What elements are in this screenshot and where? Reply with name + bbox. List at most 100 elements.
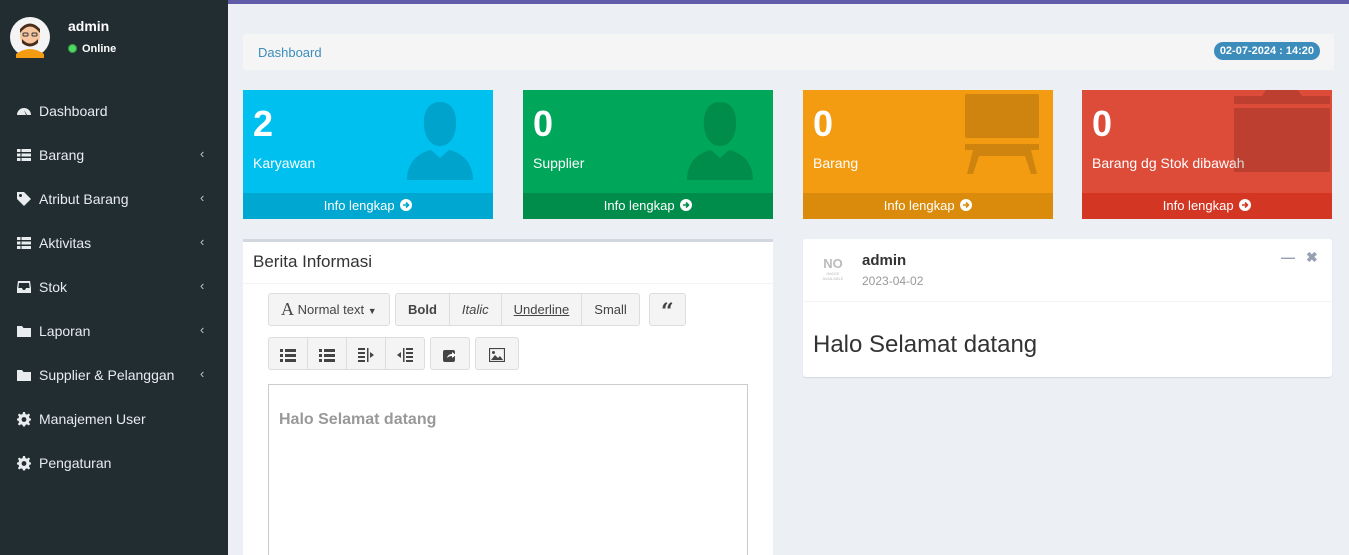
sidebar-item-label: Aktivitas bbox=[39, 235, 92, 251]
info-link-label: Info lengkap bbox=[883, 198, 955, 213]
rich-text-editor[interactable]: Halo Selamat datang bbox=[268, 384, 748, 555]
stat-box-supplier: 0 Supplier Info lengkap bbox=[523, 90, 773, 219]
desk-icon bbox=[965, 94, 1039, 174]
chevron-left-icon: ‹ bbox=[200, 146, 205, 161]
bold-button[interactable]: Bold bbox=[396, 294, 450, 325]
archive-icon bbox=[1234, 90, 1330, 172]
close-icon[interactable]: ✖ bbox=[1306, 249, 1318, 266]
quote-icon[interactable]: “ bbox=[650, 294, 685, 325]
stat-box-karyawan: 2 Karyawan Info lengkap bbox=[243, 90, 493, 219]
user-icon bbox=[407, 102, 473, 180]
stat-box-stok-dibawah: 0 Barang dg Stok dibawah Info lengkap bbox=[1082, 90, 1332, 219]
no-image-text: NO bbox=[823, 256, 843, 271]
chevron-left-icon: ‹ bbox=[200, 190, 205, 205]
sidebar-item-label: Dashboard bbox=[39, 103, 108, 119]
sidebar-item-supplier-pelanggan[interactable]: Supplier & Pelanggan ‹ bbox=[0, 353, 228, 397]
avatar bbox=[10, 17, 50, 58]
user-status-label: Online bbox=[82, 43, 117, 55]
ordered-list-icon[interactable] bbox=[308, 338, 347, 369]
online-status-icon bbox=[68, 44, 77, 53]
info-link-label: Info lengkap bbox=[1162, 198, 1234, 213]
sidebar-item-pengaturan[interactable]: Pengaturan bbox=[0, 441, 228, 485]
dashboard-icon bbox=[17, 108, 31, 115]
stat-value: 0 bbox=[1092, 103, 1113, 144]
gear-icon bbox=[17, 456, 31, 471]
post-body: Halo Selamat datang bbox=[813, 331, 1038, 358]
sidebar-item-stok[interactable]: Stok ‹ bbox=[0, 265, 228, 309]
user-status: Online bbox=[68, 43, 116, 55]
sidebar-item-atribut-barang[interactable]: Atribut Barang ‹ bbox=[0, 177, 228, 221]
minimize-icon[interactable]: — bbox=[1281, 249, 1295, 265]
sidebar-item-barang[interactable]: Barang ‹ bbox=[0, 133, 228, 177]
info-lengkap-link[interactable]: Info lengkap bbox=[1082, 193, 1332, 219]
sidebar-item-label: Atribut Barang bbox=[39, 191, 129, 207]
tag-icon bbox=[17, 192, 31, 206]
stat-label: Supplier bbox=[533, 155, 585, 171]
divider bbox=[243, 283, 773, 284]
stat-box-barang: 0 Barang Info lengkap bbox=[803, 90, 1053, 219]
font-icon: A bbox=[281, 299, 294, 319]
folder-icon bbox=[17, 370, 31, 381]
table-icon bbox=[17, 237, 31, 249]
sidebar-item-aktivitas[interactable]: Aktivitas ‹ bbox=[0, 221, 228, 265]
small-button[interactable]: Small bbox=[582, 294, 639, 325]
caret-down-icon: ▼ bbox=[367, 306, 377, 316]
no-image-subtext: IMAGE AVAILABLE bbox=[822, 271, 844, 281]
stat-label: Barang dg Stok dibawah bbox=[1092, 155, 1245, 171]
sidebar-item-label: Barang bbox=[39, 147, 85, 163]
outdent-icon[interactable] bbox=[347, 338, 386, 369]
sidebar-item-label: Supplier & Pelanggan bbox=[39, 367, 175, 383]
sidebar-item-label: Pengaturan bbox=[39, 455, 112, 471]
post-author: admin bbox=[862, 252, 907, 269]
share-icon[interactable] bbox=[431, 338, 469, 369]
stat-value: 0 bbox=[813, 103, 834, 144]
indent-icon[interactable] bbox=[386, 338, 424, 369]
underline-button[interactable]: Underline bbox=[502, 294, 583, 325]
arrow-circle-right-icon bbox=[680, 199, 693, 211]
sidebar-item-manajemen-user[interactable]: Manajemen User bbox=[0, 397, 228, 441]
info-link-label: Info lengkap bbox=[323, 198, 395, 213]
breadcrumb: Dashboard 02-07-2024 : 14:20 bbox=[243, 34, 1334, 70]
no-image-avatar: NO IMAGE AVAILABLE bbox=[821, 256, 845, 282]
chevron-left-icon: ‹ bbox=[200, 278, 205, 293]
arrow-circle-right-icon bbox=[400, 199, 413, 211]
sidebar-item-dashboard[interactable]: Dashboard bbox=[0, 89, 228, 133]
stat-label: Karyawan bbox=[253, 155, 316, 171]
table-icon bbox=[17, 149, 31, 161]
user-panel: admin Online bbox=[10, 16, 220, 60]
stat-value: 2 bbox=[253, 103, 274, 144]
user-name: admin bbox=[68, 18, 110, 34]
info-lengkap-link[interactable]: Info lengkap bbox=[243, 193, 493, 219]
image-icon[interactable] bbox=[476, 338, 518, 369]
datetime-badge: 02-07-2024 : 14:20 bbox=[1213, 42, 1320, 60]
sidebar-item-laporan[interactable]: Laporan ‹ bbox=[0, 309, 228, 353]
arrow-circle-right-icon bbox=[960, 199, 973, 211]
sidebar: admin Online Dashboard Barang ‹ Atribut … bbox=[0, 0, 228, 555]
sidebar-item-label: Laporan bbox=[39, 323, 91, 339]
inbox-icon bbox=[17, 281, 31, 293]
text-format-group: Bold Italic Underline Small bbox=[395, 293, 640, 326]
folder-icon bbox=[17, 326, 31, 337]
breadcrumb-dashboard-link[interactable]: Dashboard bbox=[258, 45, 322, 60]
post-date: 2023-04-02 bbox=[862, 274, 924, 288]
user-icon bbox=[687, 102, 753, 180]
editor-content: Halo Selamat datang bbox=[279, 411, 437, 428]
main-content: Dashboard 02-07-2024 : 14:20 2 Karyawan … bbox=[228, 4, 1349, 555]
berita-informasi-box: Berita Informasi A Normal text ▼ Bold It… bbox=[243, 239, 773, 555]
info-lengkap-link[interactable]: Info lengkap bbox=[523, 193, 773, 219]
post-box: NO IMAGE AVAILABLE admin 2023-04-02 — ✖ … bbox=[803, 239, 1332, 377]
italic-button[interactable]: Italic bbox=[450, 294, 502, 325]
sidebar-item-label: Stok bbox=[39, 279, 68, 295]
unordered-list-icon[interactable] bbox=[269, 338, 308, 369]
box-title: Berita Informasi bbox=[253, 252, 373, 271]
divider bbox=[803, 301, 1332, 302]
normal-text-button[interactable]: A Normal text ▼ bbox=[269, 294, 389, 325]
info-lengkap-link[interactable]: Info lengkap bbox=[803, 193, 1053, 219]
sidebar-item-label: Manajemen User bbox=[39, 411, 146, 427]
sidebar-menu: Dashboard Barang ‹ Atribut Barang ‹ Akti… bbox=[0, 89, 228, 485]
normal-text-label: Normal text bbox=[297, 302, 365, 317]
chevron-left-icon: ‹ bbox=[200, 322, 205, 337]
font-style-dropdown[interactable]: A Normal text ▼ bbox=[268, 293, 390, 326]
stat-label: Barang bbox=[813, 155, 859, 171]
chevron-left-icon: ‹ bbox=[200, 366, 205, 381]
